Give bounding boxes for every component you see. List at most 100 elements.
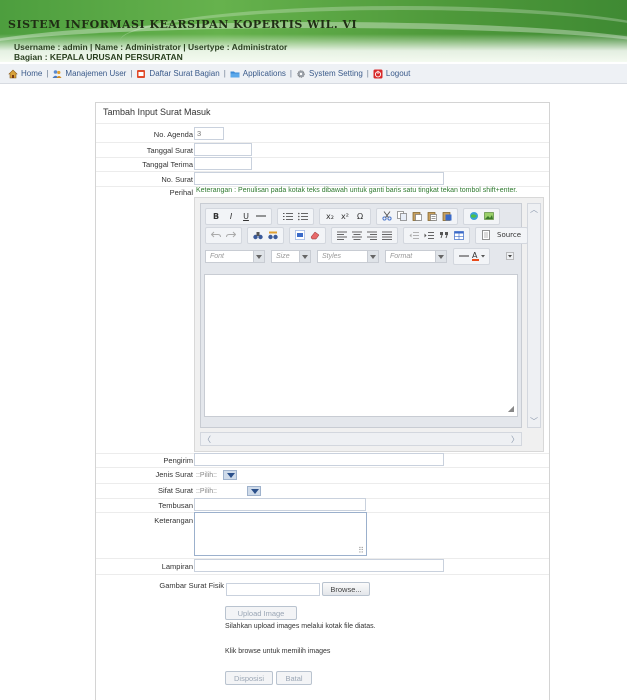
toolbar-group-indent bbox=[403, 226, 470, 244]
justify-button[interactable] bbox=[380, 229, 394, 242]
paste-text-button[interactable] bbox=[425, 210, 439, 223]
font-combo[interactable]: Font bbox=[205, 249, 265, 263]
styles-combo-label: Styles bbox=[322, 252, 342, 260]
scroll-up-icon[interactable]: ︿ bbox=[530, 204, 538, 215]
nav-daftar-surat[interactable]: Daftar Surat Bagian bbox=[136, 69, 220, 79]
tembusan-input[interactable] bbox=[194, 498, 366, 511]
tanggal-surat-input[interactable] bbox=[194, 143, 252, 156]
nav-logout-label: Logout bbox=[385, 69, 411, 78]
select-all-icon bbox=[295, 230, 305, 240]
browse-button[interactable]: Browse... bbox=[322, 582, 370, 596]
pengirim-input[interactable] bbox=[194, 453, 444, 466]
editor-horizontal-scrollbar[interactable]: 〈 〉 bbox=[200, 432, 522, 446]
paste-word-icon bbox=[442, 212, 452, 221]
tanggal-terima-input[interactable] bbox=[194, 157, 252, 170]
table-button[interactable] bbox=[452, 229, 466, 242]
superscript-button[interactable]: x² bbox=[338, 210, 352, 223]
indent-button[interactable] bbox=[422, 229, 436, 242]
align-center-button[interactable] bbox=[350, 229, 364, 242]
file-path-input[interactable] bbox=[226, 583, 320, 596]
toolbar-group-select bbox=[289, 226, 326, 244]
disposisi-button[interactable]: Disposisi bbox=[225, 671, 273, 685]
select-all-button[interactable] bbox=[293, 229, 307, 242]
bullet-list-button[interactable] bbox=[296, 210, 310, 223]
nav-manajemen-user[interactable]: Manajemen User bbox=[52, 69, 126, 79]
size-combo-label: Size bbox=[276, 252, 290, 260]
flash-button[interactable] bbox=[467, 210, 481, 223]
toolbar-group-find bbox=[247, 226, 284, 244]
paste-icon bbox=[412, 212, 422, 221]
nav-home[interactable]: Home bbox=[8, 69, 42, 79]
no-surat-input[interactable] bbox=[194, 172, 444, 185]
scroll-down-icon[interactable]: ﹀ bbox=[530, 416, 538, 427]
lampiran-label: Lampiran bbox=[161, 562, 193, 571]
italic-button[interactable]: I bbox=[224, 210, 238, 223]
cut-button[interactable] bbox=[380, 210, 394, 223]
special-char-button[interactable]: Ω bbox=[353, 210, 367, 223]
jenis-surat-select[interactable]: ::Pilih:: bbox=[196, 469, 238, 481]
lampiran-input[interactable] bbox=[194, 559, 444, 572]
undo-button[interactable] bbox=[209, 229, 223, 242]
keterangan-textarea[interactable]: ⠿ bbox=[194, 512, 367, 556]
undo-icon bbox=[211, 231, 221, 238]
tanggal-terima-label: Tanggal Terima bbox=[142, 160, 193, 169]
subscript-button[interactable]: x₂ bbox=[323, 210, 337, 223]
size-combo[interactable]: Size bbox=[271, 249, 311, 263]
toolbar-group-lists bbox=[277, 207, 314, 225]
format-combo[interactable]: Format bbox=[385, 249, 447, 263]
user-line: Username : admin | Name : Administrator … bbox=[14, 42, 288, 52]
no-agenda-input[interactable]: 3 bbox=[194, 127, 224, 140]
styles-combo[interactable]: Styles bbox=[317, 249, 379, 263]
image-button[interactable] bbox=[482, 210, 496, 223]
binoculars-icon bbox=[253, 231, 263, 239]
row-divider bbox=[96, 123, 549, 124]
blockquote-button[interactable] bbox=[437, 229, 451, 242]
align-left-button[interactable] bbox=[335, 229, 349, 242]
tanggal-surat-label: Tanggal Surat bbox=[146, 146, 193, 155]
horizontal-rule-button[interactable] bbox=[457, 250, 471, 263]
source-doc-icon-button[interactable] bbox=[479, 229, 493, 242]
editor-content-area[interactable]: ◢ bbox=[204, 274, 518, 417]
resize-grip-icon[interactable]: ◢ bbox=[508, 404, 514, 413]
paste-button[interactable] bbox=[410, 210, 424, 223]
find-button[interactable] bbox=[251, 229, 265, 242]
paste-text-icon bbox=[427, 212, 437, 221]
toolbar-group-align bbox=[331, 226, 398, 244]
align-right-button[interactable] bbox=[365, 229, 379, 242]
batal-button[interactable]: Batal bbox=[276, 671, 312, 685]
toolbar-collapse-button[interactable] bbox=[503, 250, 517, 263]
text-color-button[interactable]: A bbox=[472, 250, 486, 263]
chevron-down-icon bbox=[367, 250, 378, 262]
editor-vertical-scrollbar[interactable]: ︿ ﹀ bbox=[527, 203, 541, 428]
keterangan-label: Keterangan bbox=[154, 516, 193, 525]
paste-word-button[interactable] bbox=[440, 210, 454, 223]
nav-system-setting[interactable]: System Setting bbox=[296, 69, 363, 79]
copy-button[interactable] bbox=[395, 210, 409, 223]
nav-home-label: Home bbox=[21, 69, 43, 78]
collapse-icon bbox=[506, 252, 514, 260]
scroll-right-icon[interactable]: 〉 bbox=[511, 434, 519, 445]
perihal-label: Perihal bbox=[169, 188, 193, 197]
source-button[interactable]: Source bbox=[494, 229, 524, 242]
underline-button[interactable]: U bbox=[239, 210, 253, 223]
browse-info-text: Klik browse untuk memilih images bbox=[225, 648, 331, 655]
nav-logout[interactable]: Logout bbox=[373, 69, 410, 79]
numbered-list-button[interactable] bbox=[281, 210, 295, 223]
bullet-list-icon bbox=[298, 212, 308, 220]
nav-separator: | bbox=[366, 69, 369, 78]
outdent-button[interactable] bbox=[407, 229, 421, 242]
nav-applications[interactable]: Applications bbox=[230, 69, 286, 79]
rich-text-editor: B I U x₂ x² Ω Source Font Size Styles Fo… bbox=[200, 203, 529, 428]
form-panel: Tambah Input Surat Masuk No. Agenda 3 Ta… bbox=[95, 102, 550, 700]
resize-grip-icon[interactable]: ⠿ bbox=[358, 546, 364, 555]
sifat-surat-select[interactable]: ::Pilih:: bbox=[196, 485, 262, 497]
scroll-left-icon[interactable]: 〈 bbox=[203, 434, 211, 445]
redo-button[interactable] bbox=[224, 229, 238, 242]
strike-button[interactable] bbox=[254, 210, 268, 223]
upload-image-button[interactable]: Upload Image bbox=[225, 606, 297, 620]
replace-button[interactable] bbox=[266, 229, 280, 242]
bold-button[interactable]: B bbox=[209, 210, 223, 223]
tembusan-label: Tembusan bbox=[158, 501, 193, 510]
remove-format-button[interactable] bbox=[308, 229, 322, 242]
replace-icon bbox=[268, 231, 278, 239]
